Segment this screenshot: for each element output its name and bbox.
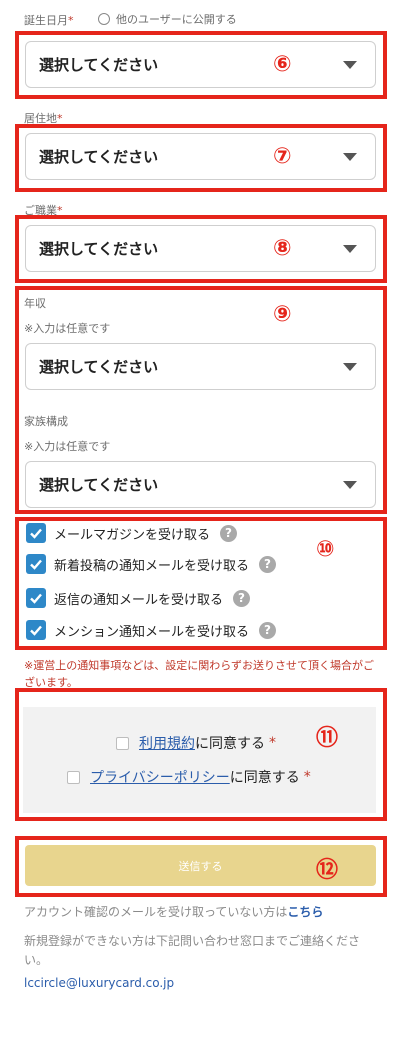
birthday-label: 誕生日月* xyxy=(24,12,74,28)
newsletter-checkbox[interactable] xyxy=(26,523,46,543)
chevron-down-icon xyxy=(343,480,357,489)
help-icon[interactable]: ? xyxy=(259,555,277,573)
new-post-checkbox[interactable] xyxy=(26,554,46,574)
privacy-suffix: に同意する xyxy=(229,770,300,786)
public-checkbox[interactable] xyxy=(98,13,110,25)
agree-terms-row[interactable]: 利用規約 に同意する * xyxy=(116,733,276,753)
public-checkbox-row[interactable]: 他のユーザーに公開する xyxy=(98,11,237,27)
marker-12: ⑫ xyxy=(316,858,339,883)
contact-text: 新規登録ができない方は下記問い合わせ窓口までご連絡ください。 xyxy=(24,934,361,967)
chevron-down-icon xyxy=(343,244,357,253)
marker-10: ⑩ xyxy=(316,537,335,562)
occupation-select[interactable]: 選択してください xyxy=(25,225,376,272)
chevron-down-icon xyxy=(343,152,357,161)
required-mark: * xyxy=(269,735,276,751)
occupation-select-value: 選択してください xyxy=(39,240,159,258)
income-label: 年収 xyxy=(24,297,46,310)
residence-select[interactable]: 選択してください xyxy=(25,133,376,180)
marker-7: ⑦ xyxy=(273,144,292,169)
family-label: 家族構成 xyxy=(24,415,68,428)
public-checkbox-label: 他のユーザーに公開する xyxy=(116,13,237,26)
family-select[interactable]: 選択してください xyxy=(25,461,376,508)
submit-label: 送信する xyxy=(178,859,223,873)
help-icon[interactable]: ? xyxy=(259,621,277,639)
checkmark-icon xyxy=(30,625,42,636)
help-icon[interactable]: ? xyxy=(233,589,251,607)
mention-checkbox[interactable] xyxy=(26,620,46,640)
help-icon[interactable]: ? xyxy=(220,524,238,542)
birthday-label-text: 誕生日月 xyxy=(24,14,68,27)
support-email-link[interactable]: lccircle@luxurycard.co.jp xyxy=(24,976,174,990)
marker-9: ⑨ xyxy=(273,302,292,327)
resend-line: アカウント確認のメールを受け取っていない方はこちら xyxy=(24,903,323,920)
marker-8: ⑧ xyxy=(273,236,292,261)
checkmark-icon xyxy=(30,528,42,539)
chevron-down-icon xyxy=(343,362,357,371)
required-mark: * xyxy=(303,769,311,785)
resend-text: アカウント確認のメールを受け取っていない方は xyxy=(24,905,288,919)
checkmark-icon xyxy=(30,559,42,570)
privacy-link[interactable]: プライバシーポリシー xyxy=(90,767,230,787)
notification-notice: ※運営上の通知事項などは、設定に関わらずお送りさせて頂く場合がございます。 xyxy=(24,659,374,689)
notify-row-new-post[interactable]: 新着投稿の通知メールを受け取る ? xyxy=(26,554,277,574)
marker-6: ⑥ xyxy=(273,52,292,77)
income-note: ※入力は任意です xyxy=(24,322,111,335)
terms-checkbox[interactable] xyxy=(116,736,129,750)
marker-11: ⑪ xyxy=(316,726,339,751)
family-select-value: 選択してください xyxy=(39,476,159,494)
checkmark-icon xyxy=(30,593,42,604)
family-note: ※入力は任意です xyxy=(24,440,111,453)
resend-link[interactable]: こちら xyxy=(287,905,323,919)
notify-row-newsletter[interactable]: メールマガジンを受け取る ? xyxy=(26,523,238,543)
birthday-select-value: 選択してください xyxy=(39,56,159,74)
mention-label: メンション通知メールを受け取る xyxy=(54,624,250,640)
new-post-label: 新着投稿の通知メールを受け取る xyxy=(54,558,250,574)
required-mark: * xyxy=(68,14,74,27)
notify-row-reply[interactable]: 返信の通知メールを受け取る ? xyxy=(26,588,251,608)
agree-privacy-row[interactable]: プライバシーポリシー に同意する * xyxy=(67,767,311,787)
chevron-down-icon xyxy=(343,60,357,69)
birthday-select[interactable]: 選択してください xyxy=(25,41,376,88)
reply-checkbox[interactable] xyxy=(26,588,46,608)
newsletter-label: メールマガジンを受け取る xyxy=(54,527,211,543)
income-select-value: 選択してください xyxy=(39,358,159,376)
notify-row-mention[interactable]: メンション通知メールを受け取る ? xyxy=(26,620,277,640)
terms-suffix: に同意する xyxy=(195,736,265,752)
reply-label: 返信の通知メールを受け取る xyxy=(54,592,224,608)
privacy-checkbox[interactable] xyxy=(67,770,80,784)
terms-link[interactable]: 利用規約 xyxy=(139,733,195,753)
income-select[interactable]: 選択してください xyxy=(25,343,376,390)
residence-select-value: 選択してください xyxy=(39,148,159,166)
